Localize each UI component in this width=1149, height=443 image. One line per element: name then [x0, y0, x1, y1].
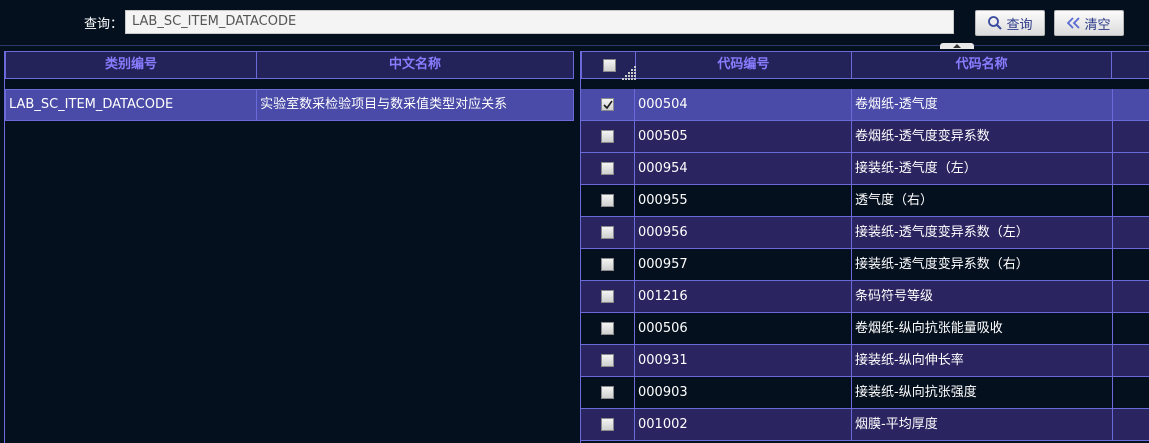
column-header-extra [1112, 52, 1149, 78]
row-checkbox[interactable] [601, 290, 614, 303]
row-checkbox-cell [581, 409, 635, 440]
extra-cell [1113, 217, 1149, 248]
row-checkbox-cell [581, 249, 635, 280]
table-row[interactable]: 000957 接装纸-透气度变异系数（右） [581, 249, 1149, 281]
clear-button-label: 清空 [1084, 17, 1111, 33]
code-name-cell: 卷烟纸-透气度 [852, 89, 1113, 120]
column-resize-grip-icon[interactable] [622, 64, 636, 90]
magnifier-icon [987, 15, 1003, 31]
row-checkbox[interactable] [601, 418, 614, 431]
code-cell: 000506 [635, 313, 852, 344]
code-name-cell: 条码符号等级 [852, 281, 1113, 312]
table-row[interactable]: 000931 接装纸-纵向伸长率 [581, 345, 1149, 377]
code-grid: 代码编号 代码名称 000504 卷烟纸-透气度 000505 卷烟纸-透气度变异系数… [580, 51, 1149, 443]
column-header-code-name[interactable]: 代码名称 [852, 52, 1113, 78]
code-name-cell: 接装纸-透气度变异系数（右） [852, 249, 1113, 280]
row-checkbox[interactable] [601, 194, 614, 207]
code-name-cell: 接装纸-纵向抗张强度 [852, 377, 1113, 408]
table-row[interactable]: 000956 接装纸-透气度变异系数（左） [581, 217, 1149, 249]
row-checkbox-cell [581, 281, 635, 312]
extra-cell [1113, 185, 1149, 216]
extra-cell [1113, 281, 1149, 312]
code-cell: 000956 [635, 217, 852, 248]
column-header-chinese-name[interactable]: 中文名称 [257, 52, 573, 78]
column-header-category-code[interactable]: 类别编号 [6, 52, 258, 78]
code-name-cell: 接装纸-透气度（左） [852, 153, 1113, 184]
row-checkbox[interactable] [601, 130, 614, 143]
row-checkbox[interactable] [601, 354, 614, 367]
code-name-cell: 接装纸-透气度变异系数（左） [852, 217, 1113, 248]
search-button[interactable]: 查询 [975, 10, 1045, 36]
category-grid: 类别编号 中文名称 LAB_SC_ITEM_DATACODE 实验室数采检验项目… [4, 51, 574, 443]
code-name-cell: 卷烟纸-纵向抗张能量吸收 [852, 313, 1113, 344]
row-checkbox-cell [581, 345, 635, 376]
row-checkbox-cell [581, 377, 635, 408]
code-cell: 000903 [635, 377, 852, 408]
table-row[interactable]: 000903 接装纸-纵向抗张强度 [581, 377, 1149, 409]
category-code-cell: LAB_SC_ITEM_DATACODE [6, 90, 258, 120]
code-cell: 000957 [635, 249, 852, 280]
table-row[interactable]: 001002 烟膜-平均厚度 [581, 409, 1149, 441]
select-all-checkbox[interactable] [603, 59, 616, 72]
table-row[interactable]: 000504 卷烟纸-透气度 [581, 89, 1149, 121]
search-button-label: 查询 [1006, 17, 1033, 33]
row-checkbox[interactable] [601, 162, 614, 175]
table-row[interactable]: 000954 接装纸-透气度（左） [581, 153, 1149, 185]
category-grid-header: 类别编号 中文名称 [5, 51, 574, 79]
clear-button[interactable]: 清空 [1054, 10, 1124, 36]
code-name-cell: 透气度（右） [852, 185, 1113, 216]
code-grid-body: 000504 卷烟纸-透气度 000505 卷烟纸-透气度变异系数 000954 接装纸-… [581, 89, 1149, 441]
collapse-toggle[interactable] [940, 43, 974, 49]
code-cell: 001002 [635, 409, 852, 440]
code-cell: 001216 [635, 281, 852, 312]
extra-cell [1113, 121, 1149, 152]
search-input[interactable]: LAB_SC_ITEM_DATACODE [125, 10, 954, 34]
code-cell: 000955 [635, 185, 852, 216]
extra-cell [1113, 377, 1149, 408]
extra-cell [1113, 249, 1149, 280]
code-grid-header: 代码编号 代码名称 [581, 51, 1149, 80]
search-toolbar: 查询： LAB_SC_ITEM_DATACODE 查询 清空 [0, 0, 1149, 49]
table-row[interactable]: 000506 卷烟纸-纵向抗张能量吸收 [581, 313, 1149, 345]
select-all-header [582, 52, 636, 80]
row-checkbox-cell [581, 313, 635, 344]
extra-cell [1113, 313, 1149, 344]
row-checkbox-checked[interactable] [601, 98, 614, 111]
row-checkbox-cell [581, 121, 635, 152]
extra-cell [1113, 409, 1149, 440]
row-checkbox-cell [581, 89, 635, 120]
code-name-cell: 烟膜-平均厚度 [852, 409, 1113, 440]
row-checkbox[interactable] [601, 226, 614, 239]
category-name-cell: 实验室数采检验项目与数采值类型对应关系 [260, 97, 508, 112]
row-checkbox-cell [581, 185, 635, 216]
code-name-cell: 卷烟纸-透气度变异系数 [852, 121, 1113, 152]
table-row[interactable]: LAB_SC_ITEM_DATACODE 实验室数采检验项目与数采值类型对应关系 [5, 89, 574, 121]
table-row[interactable]: 001216 条码符号等级 [581, 281, 1149, 313]
extra-cell [1113, 153, 1149, 184]
table-row[interactable]: 000955 透气度（右） [581, 185, 1149, 217]
column-header-code[interactable]: 代码编号 [636, 52, 853, 78]
code-name-cell: 接装纸-纵向伸长率 [852, 345, 1113, 376]
search-label: 查询： [84, 17, 124, 32]
double-left-arrow-icon [1067, 17, 1081, 29]
row-checkbox[interactable] [601, 322, 614, 335]
code-cell: 000931 [635, 345, 852, 376]
code-cell: 000504 [635, 89, 852, 120]
extra-cell [1113, 89, 1149, 120]
row-checkbox-cell [581, 153, 635, 184]
table-row[interactable]: 000505 卷烟纸-透气度变异系数 [581, 121, 1149, 153]
row-checkbox[interactable] [601, 386, 614, 399]
row-checkbox[interactable] [601, 258, 614, 271]
code-cell: 000954 [635, 153, 852, 184]
extra-cell [1113, 345, 1149, 376]
code-cell: 000505 [635, 121, 852, 152]
row-checkbox-cell [581, 217, 635, 248]
